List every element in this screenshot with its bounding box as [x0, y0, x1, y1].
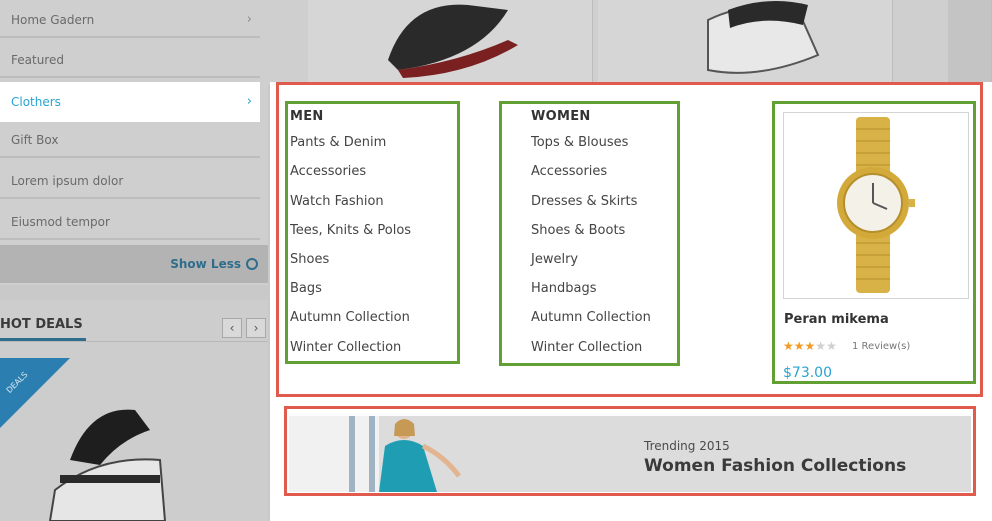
- divider: [0, 341, 268, 342]
- category-label: Clothers: [11, 95, 61, 109]
- steam-iron-image: [48, 409, 167, 521]
- star-icon: ★: [793, 339, 805, 353]
- category-label: Lorem ipsum dolor: [11, 174, 124, 188]
- category-item-eiusmod[interactable]: Eiusmod tempor: [0, 204, 260, 240]
- product-image-frame[interactable]: [783, 112, 969, 299]
- star-icon: ★: [826, 339, 837, 353]
- star-icon: ★: [804, 339, 816, 353]
- men-link-bags[interactable]: Bags: [290, 281, 322, 296]
- hot-deals-title: HOT DEALS: [0, 317, 83, 332]
- category-item-gift-box[interactable]: Gift Box: [0, 122, 260, 158]
- women-column-title: WOMEN: [531, 109, 591, 124]
- star-icon: ★: [783, 339, 794, 353]
- minus-circle-icon: [246, 257, 258, 270]
- women-link-handbags[interactable]: Handbags: [531, 281, 596, 296]
- product-price: $73.00: [783, 365, 832, 381]
- women-link-accessories[interactable]: Accessories: [531, 164, 607, 179]
- product-card[interactable]: [948, 0, 992, 85]
- men-link-accessories[interactable]: Accessories: [290, 164, 366, 179]
- chevron-right-icon: ›: [246, 94, 252, 109]
- women-link-jewelry[interactable]: Jewelry: [531, 252, 578, 267]
- category-item-home-gadern[interactable]: Home Gadern ›: [0, 2, 260, 38]
- men-link-winter-collection[interactable]: Winter Collection: [290, 340, 401, 355]
- category-sidebar: Home Gadern › Featured Clothers › Gift B…: [0, 0, 268, 285]
- product-card[interactable]: [598, 0, 893, 85]
- men-link-watch-fashion[interactable]: Watch Fashion: [290, 194, 384, 209]
- men-link-autumn-collection[interactable]: Autumn Collection: [290, 310, 410, 325]
- women-link-tops-blouses[interactable]: Tops & Blouses: [531, 135, 628, 150]
- women-link-winter-collection[interactable]: Winter Collection: [531, 340, 642, 355]
- category-item-clothers[interactable]: Clothers ›: [0, 82, 260, 122]
- category-item-lorem-ipsum[interactable]: Lorem ipsum dolor: [0, 163, 260, 199]
- women-link-shoes-boots[interactable]: Shoes & Boots: [531, 223, 625, 238]
- category-label: Eiusmod tempor: [11, 215, 110, 229]
- review-count[interactable]: 1 Review(s): [852, 341, 910, 352]
- next-arrow-button[interactable]: ›: [246, 318, 266, 338]
- women-link-autumn-collection[interactable]: Autumn Collection: [531, 310, 651, 325]
- steam-generator-image: [707, 1, 820, 74]
- show-less-button[interactable]: Show Less: [0, 245, 268, 283]
- promo-banner[interactable]: Trending 2015 Women Fashion Collections: [289, 416, 971, 492]
- men-column-title: MEN: [290, 109, 324, 124]
- women-link-dresses-skirts[interactable]: Dresses & Skirts: [531, 194, 637, 209]
- show-less-label: Show Less: [170, 257, 241, 271]
- banner-title: Women Fashion Collections: [644, 456, 907, 476]
- men-link-tees-knits-polos[interactable]: Tees, Knits & Polos: [290, 223, 411, 238]
- men-link-pants-denim[interactable]: Pants & Denim: [290, 135, 386, 150]
- category-label: Gift Box: [11, 133, 59, 147]
- banner-subtitle: Trending 2015: [644, 439, 730, 453]
- category-label: Featured: [11, 53, 64, 67]
- men-link-shoes[interactable]: Shoes: [290, 252, 329, 267]
- star-icon: ★: [815, 339, 827, 353]
- top-products-strip: [268, 0, 992, 85]
- fashion-model-image: [349, 416, 461, 492]
- wristwatch-icon: [837, 117, 915, 293]
- chevron-right-icon: ›: [246, 12, 252, 27]
- category-item-featured[interactable]: Featured: [0, 42, 260, 78]
- hot-deals-section: HOT DEALS ‹ › DEALS: [0, 300, 268, 521]
- product-card[interactable]: [308, 0, 593, 85]
- prev-arrow-button[interactable]: ‹: [222, 318, 242, 338]
- category-label: Home Gadern: [11, 13, 95, 27]
- rating-stars: ★★★★★: [783, 339, 837, 353]
- product-name[interactable]: Peran mikema: [784, 312, 889, 327]
- steam-iron-image: [388, 4, 518, 78]
